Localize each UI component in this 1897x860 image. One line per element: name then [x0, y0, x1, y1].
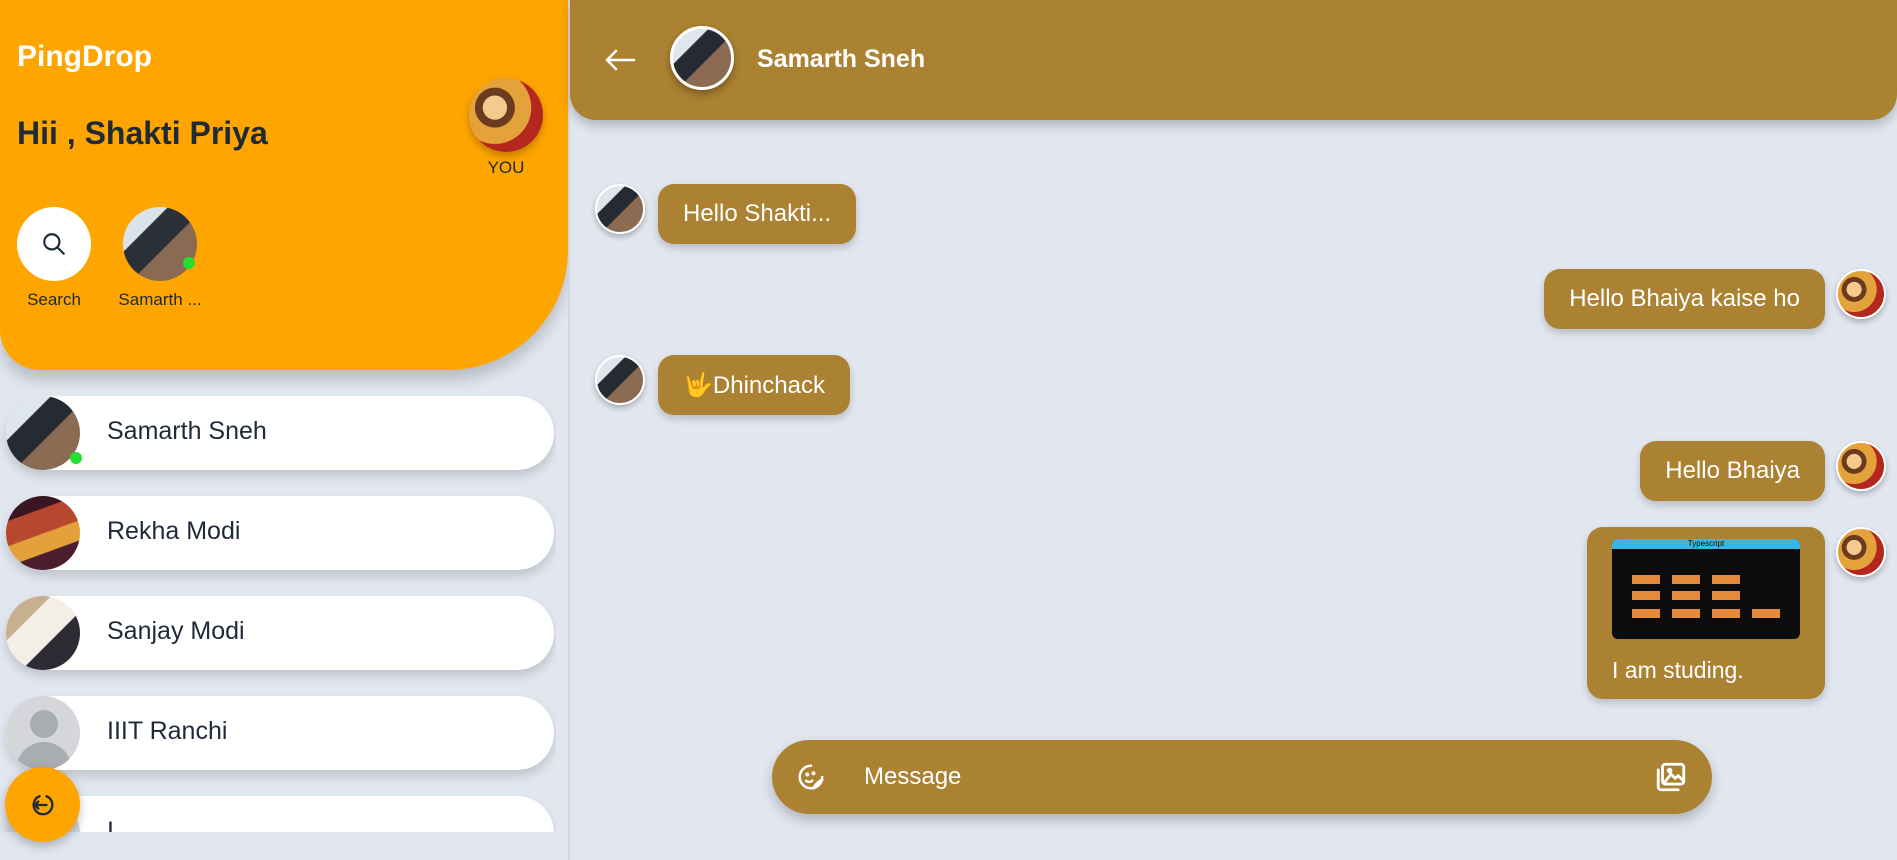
sidebar: PingDrop Hii , Shakti Priya YOU Search S…	[0, 0, 570, 860]
message-bubble-received: 🤟Dhinchack	[658, 355, 850, 415]
search-button[interactable]	[17, 207, 91, 281]
my-profile[interactable]: YOU	[466, 78, 546, 178]
chat-contact-name: Samarth Sneh	[757, 45, 926, 73]
emoji-icon[interactable]	[796, 762, 826, 792]
image-caption: I am studing.	[1612, 657, 1744, 683]
message-image[interactable]: Typescript	[1612, 539, 1800, 639]
default-avatar-icon	[6, 696, 80, 770]
contact-avatar	[6, 396, 80, 470]
story-search-label: Search	[27, 290, 81, 309]
logout-button[interactable]	[5, 767, 80, 842]
message-composer	[772, 740, 1712, 814]
image-title: Typescript	[1687, 539, 1725, 548]
message-bubble-sent: Hello Bhaiya kaise ho	[1544, 269, 1825, 329]
my-avatar[interactable]	[469, 78, 543, 152]
contact-item-sanjay[interactable]: Sanjay Modi	[6, 596, 554, 670]
story-user-label: Samarth ...	[118, 290, 202, 309]
chat-contact-avatar[interactable]	[670, 26, 734, 90]
contact-item-iiit-ranchi[interactable]: IIIT Ranchi	[6, 696, 554, 770]
message-bubble-received: Hello Shakti...	[658, 184, 857, 244]
contact-name: I	[107, 817, 114, 832]
contact-avatar	[6, 496, 80, 570]
contact-name: Samarth Sneh	[107, 417, 267, 445]
contact-item-partial[interactable]: I	[6, 796, 554, 832]
online-indicator	[70, 452, 82, 464]
contact-name: Rekha Modi	[107, 517, 241, 545]
my-profile-label: YOU	[487, 158, 525, 177]
my-message-avatar	[1836, 441, 1886, 491]
message-input[interactable]	[864, 757, 1594, 797]
story-user[interactable]: Samarth ...	[110, 207, 210, 310]
my-message-avatar	[1836, 269, 1886, 319]
contact-avatar	[6, 596, 80, 670]
contact-name: Sanjay Modi	[107, 617, 245, 645]
contact-name: IIIT Ranchi	[107, 717, 228, 745]
chat-header: Samarth Sneh	[570, 0, 1897, 120]
story-user-avatar[interactable]	[123, 207, 197, 281]
online-indicator	[183, 257, 195, 269]
contact-item-rekha[interactable]: Rekha Modi	[6, 496, 554, 570]
greeting-text: Hii , Shakti Priya	[17, 115, 268, 151]
story-search[interactable]: Search	[4, 207, 104, 310]
contact-item-samarth[interactable]: Samarth Sneh	[6, 396, 554, 470]
sender-avatar	[595, 184, 645, 234]
sender-avatar	[595, 355, 645, 405]
arrow-left-icon	[605, 49, 636, 71]
logout-icon	[32, 794, 53, 815]
back-button[interactable]	[602, 42, 638, 78]
app-brand: PingDrop	[17, 40, 152, 73]
my-message-avatar	[1836, 527, 1886, 577]
image-attach-icon[interactable]	[1654, 760, 1688, 794]
search-icon	[43, 233, 65, 255]
message-bubble-sent: Hello Bhaiya	[1640, 441, 1825, 501]
sidebar-header: PingDrop Hii , Shakti Priya YOU Search S…	[0, 0, 568, 370]
contact-list: Samarth Sneh Rekha Modi Sanjay Modi IIIT…	[0, 396, 556, 832]
message-bubble-image: Typescript I am studing.	[1587, 527, 1825, 699]
